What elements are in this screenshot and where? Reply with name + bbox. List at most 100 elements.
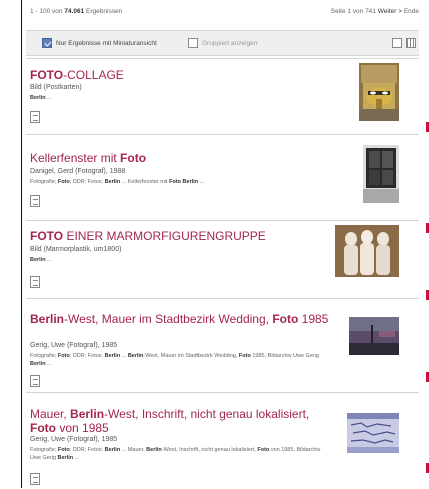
title-text: EINER MARMORFIGURENGRUPPE	[63, 229, 266, 243]
result-thumbnail[interactable]	[359, 63, 399, 121]
page-indicator: Seite 1 von 741	[330, 8, 376, 15]
snippet-text: ... Kellerfenster mit	[120, 179, 170, 185]
result-title[interactable]: Mauer, Berlin-West, Inschrift, nicht gen…	[30, 407, 330, 435]
snippet-keyword: Berlin	[30, 360, 46, 367]
snippet-keyword: Foto	[257, 447, 270, 453]
title-text: Mauer,	[30, 407, 71, 421]
thumbnails-only-checkbox[interactable]	[42, 38, 52, 48]
snippet-text: -West, Inschrift, nicht genau lokalisier…	[161, 447, 258, 453]
snippet-keyword: Foto	[57, 353, 70, 359]
snippet-text: ...	[73, 454, 80, 461]
result-thumbnail[interactable]	[347, 413, 399, 453]
left-frame-edge	[0, 0, 22, 488]
highlighted-term: Berlin	[70, 407, 105, 421]
result-title[interactable]: FOTO-COLLAGE	[30, 68, 330, 82]
snippet-text: ...	[45, 257, 52, 263]
result-thumbnail[interactable]	[363, 145, 399, 203]
snippet-keyword: Berlin	[30, 95, 46, 101]
marble-figures-image	[335, 225, 399, 277]
snippet-text: ; DDR; Fotos;	[69, 353, 105, 359]
wall-inscription-image	[347, 413, 399, 453]
result-snippet: Berlin ...	[30, 95, 330, 103]
search-results-page: 1 - 100 von 74.061 Ergebnissen Seite 1 v…	[22, 0, 421, 488]
snippet-text: -West, Mauer im Stadtbezirk Wedding,	[143, 353, 239, 359]
results-total: 74.061	[64, 8, 85, 15]
result-item: Kellerfenster mit Foto Danigel, Gerd (Fo…	[26, 134, 419, 221]
snippet-text: 1985, Bildarchiv Uwe Gerig	[250, 353, 319, 359]
title-text: Kellerfenster mit	[30, 151, 121, 165]
result-thumbnail[interactable]	[349, 317, 399, 355]
results-suffix: Ergebnissen	[86, 8, 123, 15]
snippet-text: ...	[198, 179, 205, 185]
title-text: -West, Mauer im Stadtbezirk Wedding,	[64, 312, 273, 326]
snippet-keyword: Berlin	[57, 454, 74, 461]
snippet-keyword: Berlin	[104, 447, 121, 453]
grouped-checkbox[interactable]	[188, 38, 198, 48]
result-snippet: Fotografie; Foto; DDR; Fotos; Berlin ...…	[30, 179, 330, 187]
result-title[interactable]: FOTO EINER MARMORFIGURENGRUPPE	[30, 229, 330, 243]
grouped-label[interactable]: Gruppiert anzeigen	[202, 40, 257, 47]
result-snippet: Fotografie; Foto; DDR; Fotos; Berlin ...…	[30, 447, 330, 462]
snippet-keyword: Berlin	[30, 257, 46, 263]
result-subtitle: Danigel, Gerd (Fotograf), 1988	[30, 168, 126, 175]
result-title[interactable]: Kellerfenster mit Foto	[30, 151, 330, 165]
result-item: FOTO-COLLAGE Bild (Postkarten) Berlin ..…	[26, 58, 419, 135]
highlighted-term: FOTO	[30, 68, 64, 82]
filter-bar: Nur Ergebnisse mit Miniaturansicht Grupp…	[26, 30, 419, 56]
highlighted-term: Foto	[30, 421, 56, 435]
grid-view-icon[interactable]	[406, 38, 416, 48]
snippet-keyword: Berlin	[104, 179, 121, 185]
document-icon[interactable]	[30, 473, 40, 485]
pagination: Seite 1 von 741 Weiter > Ende	[331, 8, 419, 15]
snippet-text: ...	[45, 360, 52, 367]
snippet-keyword: Berlin	[127, 353, 144, 359]
snippet-keyword: Foto	[238, 353, 251, 359]
result-subtitle: Gerig, Uwe (Fotograf), 1985	[30, 436, 118, 443]
cellar-window-image	[363, 145, 399, 203]
results-range: 1 - 100 von	[30, 8, 63, 15]
result-item: Mauer, Berlin-West, Inschrift, nicht gen…	[26, 392, 419, 489]
last-page-link[interactable]: Ende	[404, 8, 419, 15]
results-summary-bar: 1 - 100 von 74.061 Ergebnissen Seite 1 v…	[26, 6, 419, 18]
highlighted-term: FOTO	[30, 229, 64, 243]
result-item: Berlin-West, Mauer im Stadtbezirk Weddin…	[26, 298, 419, 393]
snippet-text: ... Mauer,	[120, 447, 147, 453]
snippet-text: ; DDR; Fotos;	[69, 179, 105, 185]
snippet-text: Fotografie;	[30, 179, 58, 185]
thumbnails-only-label[interactable]: Nur Ergebnisse mit Miniaturansicht	[56, 40, 157, 47]
snippet-keyword: Berlin	[146, 447, 162, 453]
snippet-text: ...	[120, 353, 128, 359]
result-title[interactable]: Berlin-West, Mauer im Stadtbezirk Weddin…	[30, 312, 330, 326]
snippet-text: Fotografie;	[30, 353, 58, 359]
result-thumbnail[interactable]	[335, 225, 399, 277]
document-icon[interactable]	[30, 375, 40, 387]
result-snippet: Fotografie; Foto; DDR; Fotos; Berlin ...…	[30, 353, 330, 368]
result-snippet: Berlin ...	[30, 257, 330, 265]
wedding-wall-image	[349, 317, 399, 355]
title-text: -West, Inschrift, nicht genau lokalisier…	[104, 407, 310, 421]
document-icon[interactable]	[30, 111, 40, 123]
snippet-keyword: Foto Berlin	[169, 179, 199, 185]
snippet-keyword: Foto	[57, 179, 70, 185]
next-page-link[interactable]: Weiter >	[378, 8, 402, 15]
snippet-keyword: Foto	[57, 447, 70, 453]
list-view-icon[interactable]	[392, 38, 402, 48]
snippet-text: ...	[45, 95, 52, 101]
collage-image	[359, 63, 399, 121]
title-text: von 1985	[56, 421, 109, 435]
right-edge-markers	[421, 0, 429, 488]
snippet-text: ; DDR; Fotos;	[69, 447, 105, 453]
title-text: 1985	[298, 312, 329, 326]
snippet-text: Fotografie;	[30, 447, 58, 453]
title-text: -COLLAGE	[63, 68, 124, 82]
highlighted-term: Foto	[120, 151, 147, 165]
result-item: FOTO EINER MARMORFIGURENGRUPPE Bild (Mar…	[26, 220, 419, 299]
snippet-keyword: Berlin	[104, 353, 121, 359]
result-subtitle: Bild (Postkarten)	[30, 84, 82, 91]
highlighted-term: Berlin	[30, 312, 65, 326]
document-icon[interactable]	[30, 195, 40, 207]
document-icon[interactable]	[30, 276, 40, 288]
highlighted-term: Foto	[272, 312, 299, 326]
results-count: 1 - 100 von 74.061 Ergebnissen	[30, 8, 122, 15]
result-subtitle: Gerig, Uwe (Fotograf), 1985	[30, 342, 118, 349]
